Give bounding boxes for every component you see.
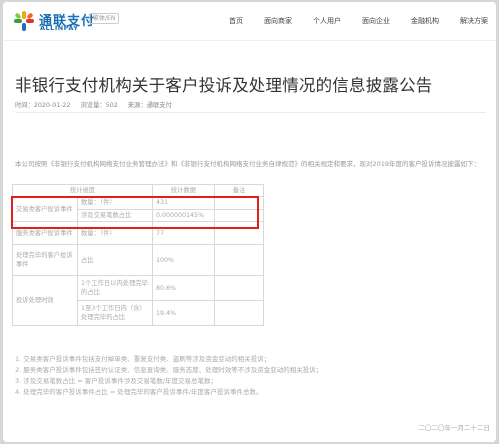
note-item: 1. 交易类客户投诉事件包括支付掉单类、重复支付类、盗刷等涉及资金变动的相关投诉…: [15, 355, 271, 363]
table-header-row: 统计维度 统计数据 备注: [12, 184, 264, 197]
row-remark: [214, 300, 264, 326]
row-category: 投诉处理时效: [12, 275, 78, 326]
row-remark: [214, 275, 264, 301]
table-row: 处理完毕的客户投诉事件 占比 100%: [12, 244, 264, 276]
nav-solutions[interactable]: 解决方案: [460, 16, 488, 26]
footnotes: 1. 交易类客户投诉事件包括支付掉单类、重复支付类、盗刷等涉及资金变动的相关投诉…: [15, 354, 322, 398]
row-value: 19.4%: [152, 300, 215, 326]
divider: [15, 112, 486, 113]
row-category: 处理完毕的客户投诉事件: [12, 244, 78, 276]
row-remark: [214, 244, 264, 276]
highlight-box: [11, 196, 259, 229]
row-dimension: 1至3个工作日内（含）处理完毕的占比: [77, 300, 153, 326]
header-dimension: 统计维度: [12, 184, 153, 197]
nav-financial[interactable]: 金融机构: [411, 16, 439, 26]
top-navigation-bar: 通联支付 ALLINPAY 繁体/EN 首页 面向商家 个人用户 面向企业 金融…: [3, 2, 496, 41]
note-item: 4. 处理完毕的客户投诉事件占比 = 处理完毕的客户投诉事件/年度客户投诉事件总…: [15, 388, 263, 396]
header-remark: 备注: [214, 184, 264, 197]
page: 通联支付 ALLINPAY 繁体/EN 首页 面向商家 个人用户 面向企业 金融…: [3, 2, 496, 442]
note-item: 3. 涉及交易笔数占比 = 客户投诉事件涉及交易笔数/年度交易总笔数；: [15, 377, 218, 385]
page-title: 非银行支付机构关于客户投诉及处理情况的信息披露公告: [15, 76, 433, 95]
main-nav: 首页 面向商家 个人用户 面向企业 金融机构 解决方案: [208, 2, 488, 40]
table-row: 投诉处理时效 1个工作日以内处理完毕的占比 80.6%: [12, 275, 264, 326]
row-dimension: 占比: [77, 244, 153, 276]
note-item: 2. 服务类客户投诉事件包括签约认证类、信息查询类、服务态度、处理时效等不涉及资…: [15, 366, 323, 374]
view-count: 浏览量：502: [80, 102, 118, 109]
nav-merchants[interactable]: 面向商家: [264, 16, 292, 26]
nav-home[interactable]: 首页: [229, 16, 243, 26]
header-data: 统计数据: [152, 184, 215, 197]
publish-time: 时间：2020-01-22: [15, 102, 71, 109]
row-value: 100%: [152, 244, 215, 276]
language-switch[interactable]: 繁体/EN: [89, 13, 120, 24]
article-meta: 时间：2020-01-22 浏览量：502 来源：通联支付: [15, 100, 180, 109]
nav-enterprise[interactable]: 面向企业: [362, 16, 390, 26]
source: 来源：通联支付: [127, 102, 172, 109]
intro-paragraph: 本公司按照《非银行支付机构网络支付业务管理办法》和《非银行支付机构网络支付业务自…: [15, 160, 481, 168]
row-dimension: 1个工作日以内处理完毕的占比: [77, 275, 153, 301]
logo-mark-icon: [14, 11, 34, 31]
row-value: 80.6%: [152, 275, 215, 301]
screenshot-frame: 通联支付 ALLINPAY 繁体/EN 首页 面向商家 个人用户 面向企业 金融…: [0, 0, 499, 444]
nav-personal[interactable]: 个人用户: [313, 16, 341, 26]
logo-text-en: ALLINPAY: [40, 24, 79, 32]
signature-date: 二〇二〇年一月二十二日: [418, 424, 491, 432]
